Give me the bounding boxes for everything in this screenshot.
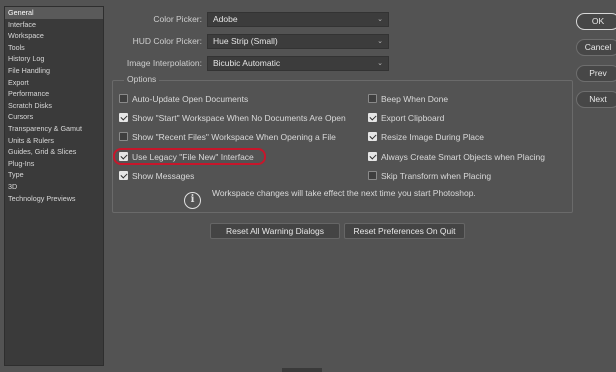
checkbox[interactable] [119, 94, 128, 103]
chevron-down-icon: ⌄ [377, 60, 383, 67]
chevron-down-icon: ⌄ [377, 16, 383, 23]
sidebar-item-interface[interactable]: Interface [5, 19, 103, 31]
chevron-down-icon: ⌄ [377, 38, 383, 45]
info-icon: i [184, 192, 201, 209]
sidebar-item-transparency-gamut[interactable]: Transparency & Gamut [5, 123, 103, 135]
cancel-button[interactable]: Cancel [576, 39, 616, 56]
sidebar-item-3d[interactable]: 3D [5, 181, 103, 193]
sidebar-item-history-log[interactable]: History Log [5, 53, 103, 65]
preferences-sidebar: General Interface Workspace Tools Histor… [4, 6, 104, 366]
highlight-annotation [113, 148, 266, 165]
checkbox[interactable] [368, 113, 377, 122]
checkbox[interactable] [119, 171, 128, 180]
prev-button[interactable]: Prev [576, 65, 616, 82]
image-interpolation-label: Image Interpolation: [126, 58, 202, 68]
checkbox[interactable] [119, 113, 128, 122]
image-interpolation-value: Bicubic Automatic [213, 58, 281, 68]
checkbox[interactable] [368, 94, 377, 103]
options-title: Options [124, 74, 160, 84]
sidebar-item-general[interactable]: General [5, 7, 103, 19]
checkbox[interactable] [368, 152, 377, 161]
option-label: Show Messages [132, 171, 195, 181]
next-button[interactable]: Next [576, 91, 616, 108]
sidebar-item-cursors[interactable]: Cursors [5, 111, 103, 123]
sidebar-item-file-handling[interactable]: File Handling [5, 65, 103, 77]
sidebar-item-export[interactable]: Export [5, 77, 103, 89]
color-picker-select[interactable]: Adobe ⌄ [207, 12, 389, 27]
checkbox[interactable] [368, 132, 377, 141]
hud-color-picker-label: HUD Color Picker: [132, 36, 202, 46]
sidebar-item-plug-ins[interactable]: Plug-Ins [5, 158, 103, 170]
sidebar-item-units-rulers[interactable]: Units & Rulers [5, 135, 103, 147]
resize-grip [282, 368, 322, 372]
option-label: Skip Transform when Placing [381, 171, 492, 181]
sidebar-item-type[interactable]: Type [5, 169, 103, 181]
color-picker-label: Color Picker: [153, 14, 202, 24]
option-label: Beep When Done [381, 94, 449, 104]
option-label: Export Clipboard [381, 113, 445, 123]
option-label: Show "Start" Workspace When No Documents… [132, 113, 346, 123]
image-interpolation-select[interactable]: Bicubic Automatic ⌄ [207, 56, 389, 71]
color-picker-value: Adobe [213, 14, 238, 24]
option-label: Resize Image During Place [381, 132, 484, 142]
option-label: Always Create Smart Objects when Placing [381, 152, 545, 162]
sidebar-item-workspace[interactable]: Workspace [5, 30, 103, 42]
checkbox[interactable] [119, 132, 128, 141]
checkbox[interactable] [368, 171, 377, 180]
sidebar-item-technology-previews[interactable]: Technology Previews [5, 193, 103, 205]
sidebar-item-tools[interactable]: Tools [5, 42, 103, 54]
sidebar-item-scratch-disks[interactable]: Scratch Disks [5, 100, 103, 112]
ok-button[interactable]: OK [576, 13, 616, 30]
hud-color-picker-select[interactable]: Hue Strip (Small) ⌄ [207, 34, 389, 49]
workspace-info-message: Workspace changes will take effect the n… [212, 188, 476, 198]
preferences-dialog: General Interface Workspace Tools Histor… [0, 0, 616, 372]
option-label: Show "Recent Files" Workspace When Openi… [132, 132, 336, 142]
reset-preferences-on-quit-button[interactable]: Reset Preferences On Quit [344, 223, 465, 239]
sidebar-item-performance[interactable]: Performance [5, 88, 103, 100]
reset-all-warning-dialogs-button[interactable]: Reset All Warning Dialogs [210, 223, 340, 239]
option-label: Auto-Update Open Documents [132, 94, 249, 104]
hud-color-picker-value: Hue Strip (Small) [213, 36, 278, 46]
sidebar-item-guides-grid-slices[interactable]: Guides, Grid & Slices [5, 146, 103, 158]
